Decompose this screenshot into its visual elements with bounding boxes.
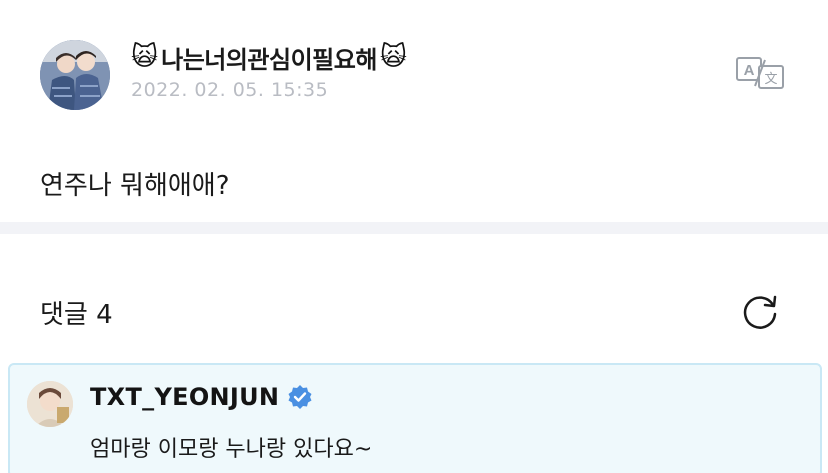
translate-icon: A 文 <box>736 57 784 89</box>
post-timestamp: 2022. 02. 05. 15:35 <box>131 79 329 101</box>
section-divider <box>0 222 828 234</box>
author-row[interactable]: 🙀 나는너의관심이필요해 🙀 <box>131 40 407 74</box>
post: 🙀 나는너의관심이필요해 🙀 2022. 02. 05. 15:35 A 文 연… <box>0 0 828 222</box>
author-avatar[interactable] <box>40 40 110 110</box>
scream-cat-emoji: 🙀 <box>131 42 159 72</box>
svg-text:文: 文 <box>764 72 777 87</box>
comments-header: 댓글 4 <box>40 300 113 330</box>
comment-author-name[interactable]: TXT_YEONJUN <box>90 383 279 411</box>
translate-button[interactable]: A 文 <box>735 56 785 90</box>
refresh-icon <box>743 295 777 329</box>
scream-cat-emoji: 🙀 <box>379 42 408 72</box>
refresh-button[interactable] <box>740 292 780 332</box>
svg-text:A: A <box>744 62 755 79</box>
comment-avatar[interactable] <box>27 381 73 427</box>
verified-badge-icon <box>288 385 312 409</box>
post-body: 연주나 뭐해애애? <box>40 171 230 201</box>
comment-item[interactable]: TXT_YEONJUN 엄마랑 이모랑 누나랑 있다요~ <box>8 363 822 473</box>
comment-text: 엄마랑 이모랑 누나랑 있다요~ <box>90 437 373 462</box>
comment-author-row[interactable]: TXT_YEONJUN <box>90 383 313 411</box>
author-name[interactable]: 나는너의관심이필요해 <box>161 40 377 75</box>
